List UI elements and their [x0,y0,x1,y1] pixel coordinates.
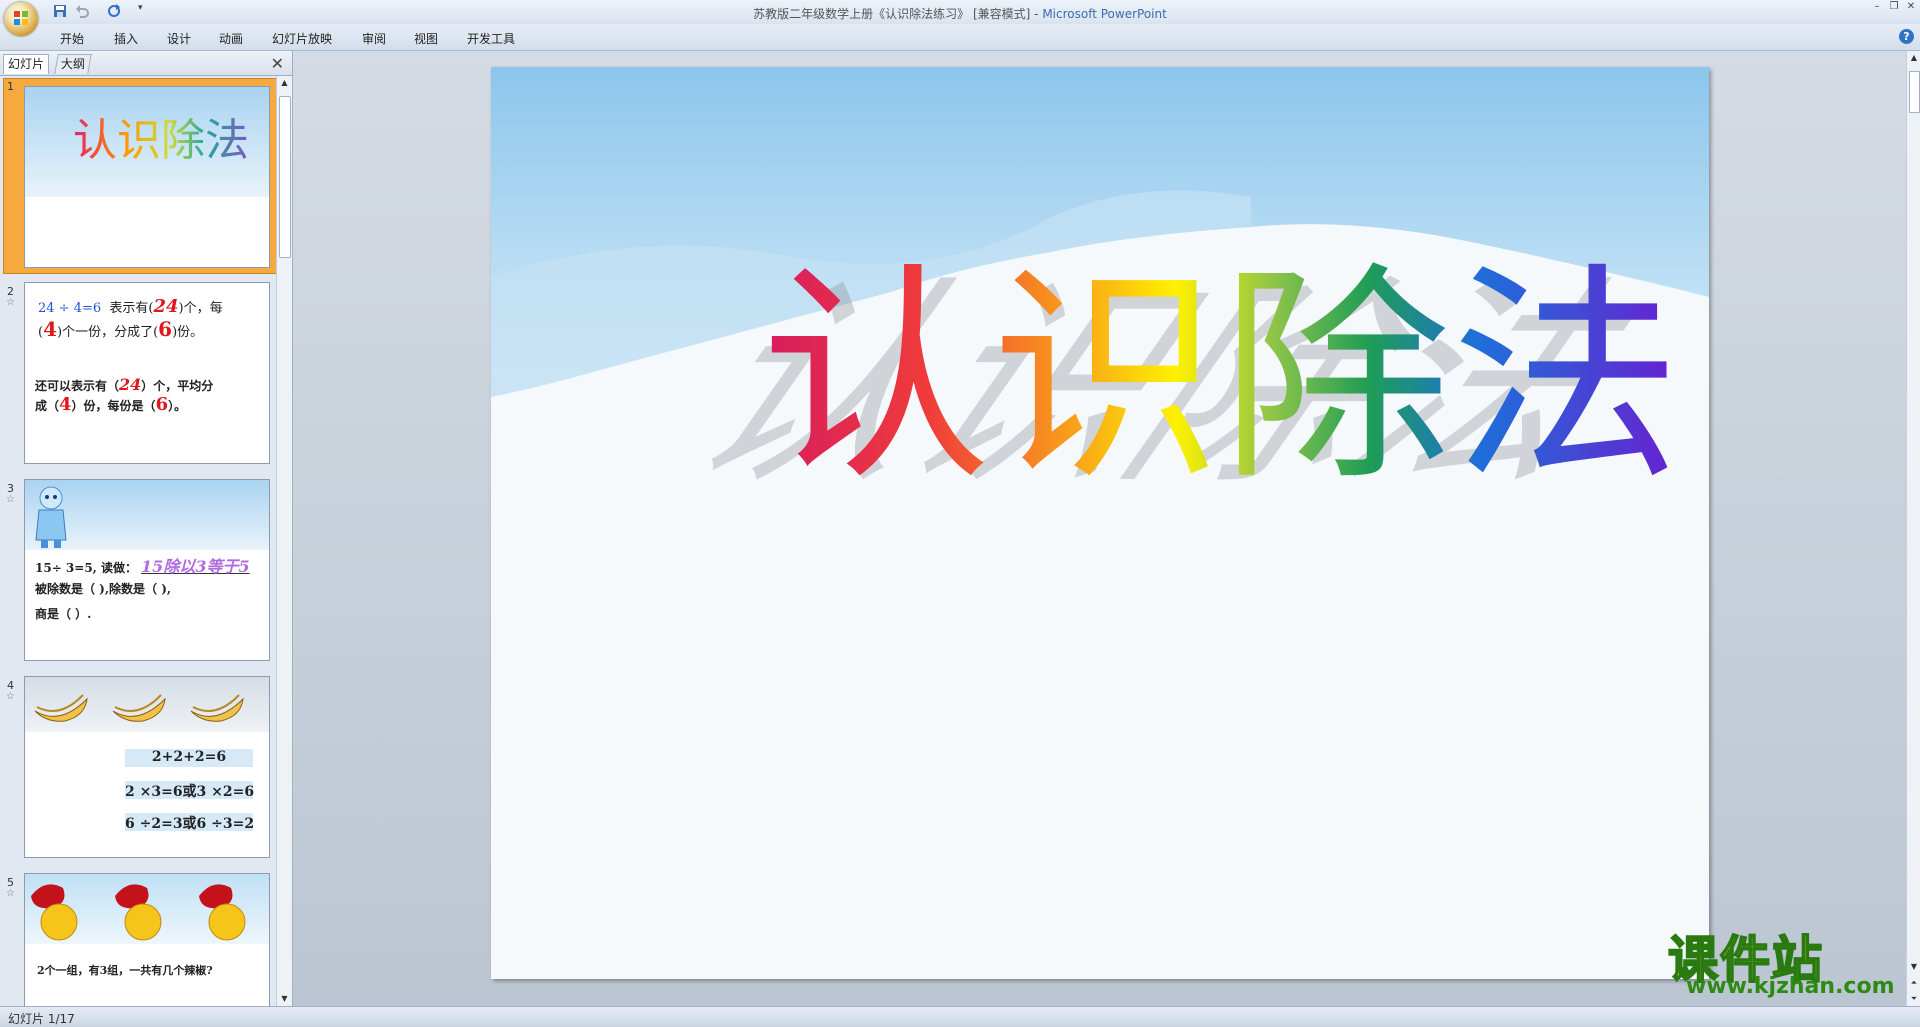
undo-icon[interactable] [74,3,90,19]
restore-icon[interactable]: ❐ [1887,2,1901,12]
thumb-3-line2: 被除数是（ ),除数是（ ), [35,582,172,596]
slide-thumbnail-2[interactable]: 24 ÷ 4=6 表示有(24)个，每 (4)个一份，分成了(6)份。 还可以表… [24,282,270,464]
window-title: 苏教版二年级数学上册《认识除法练习》 [兼容模式] - Microsoft Po… [753,7,1167,21]
watermark-url: www.kjzhan.com [1686,974,1895,999]
tab-developer[interactable]: 开发工具 [467,30,515,47]
redo-icon[interactable] [106,3,122,19]
close-icon[interactable]: ✕ [1904,2,1918,12]
thumb-5-caption: 2个一组，有3组，一共有几个辣椒? [37,964,213,977]
scrollbar-thumb[interactable] [1909,71,1920,113]
scroll-down-icon[interactable]: ▼ [1907,960,1920,974]
tab-animations[interactable]: 动画 [219,30,243,47]
tab-home[interactable]: 开始 [60,30,84,47]
scroll-up-icon[interactable]: ▲ [1907,51,1920,65]
tab-design[interactable]: 设计 [167,30,191,47]
animation-star-icon: ☆ [6,494,15,505]
tab-insert[interactable]: 插入 [114,30,138,47]
tab-slides[interactable]: 幻灯片 [3,54,50,74]
slide-thumbnail-5[interactable]: 2个一组，有3组，一共有几个辣椒? [24,873,270,1006]
tab-view[interactable]: 视图 [414,30,438,47]
bananas-image [34,694,244,722]
ribbon-tabs: 开始 插入 设计 动画 幻灯片放映 审阅 视图 开发工具 ? [0,24,1920,51]
snow-doll-image [35,486,67,548]
thumb-2-line3: 还可以表示有（24）个，平均分 [35,375,214,394]
tab-outline[interactable]: 大纲 [54,54,92,74]
peppers-image [31,884,246,941]
office-button[interactable] [4,2,38,36]
slide-scrollbar[interactable]: ▲ ▼ ⏶ ⏷ [1906,51,1920,1006]
slide-counter: 幻灯片 1/17 [8,1012,75,1026]
thumb-4-eq3: 6 ÷2=3或6 ÷3=2 [125,813,254,832]
current-slide[interactable]: 认识除法 认识除法 [491,67,1709,979]
thumb-4-eq2: 2 ×3=6或3 ×2=6 [125,781,254,800]
scroll-down-icon[interactable]: ▼ [277,992,292,1006]
thumb-1-title: 认识除法 [73,115,249,166]
animation-star-icon: ☆ [6,691,15,702]
panel-tabs: 幻灯片 大纲 ✕ [0,51,292,76]
slide-title[interactable]: 认识除法 [761,245,1681,512]
slide-thumbnail-1[interactable]: 认识除法 [24,86,270,268]
slide-canvas: 认识除法 认识除法 [491,67,1709,514]
next-slide-icon[interactable]: ⏷ [1907,992,1920,1006]
thumb-title-art: 认识除法 [73,115,249,166]
thumb-3-line3: 商是（ ）. [35,607,92,621]
animation-star-icon: ☆ [6,297,15,308]
help-icon[interactable]: ? [1899,29,1914,44]
slides-panel: 幻灯片 大纲 ✕ 1 认识除法 2 ☆ 24 ÷ 4=6 表示有(24)个，每 … [0,51,293,1006]
tab-review[interactable]: 审阅 [362,30,386,47]
slide-thumbnail-3[interactable]: 15÷ 3=5, 读做： 15除以3等于5 被除数是（ ),除数是（ ), 商是（… [24,479,270,661]
thumb-2-line1: 24 ÷ 4=6 表示有(24)个，每 [38,296,223,317]
office-logo-icon [14,11,28,25]
slide-editor: 认识除法 认识除法 [293,51,1906,1006]
thumb-4-eq1: 2+2+2=6 [125,749,253,767]
thumb-2-line2: (4)个一份，分成了(6)份。 [38,317,204,341]
previous-slide-icon[interactable]: ⏶ [1907,976,1920,990]
thumb-2-line4: 成（4）份，每份是（6）。 [35,394,187,415]
tab-slideshow[interactable]: 幻灯片放映 [272,30,332,47]
thumb-3-line1: 15÷ 3=5, 读做： 15除以3等于5 [35,557,250,576]
title-bar: 苏教版二年级数学上册《认识除法练习》 [兼容模式] - Microsoft Po… [0,0,1920,24]
scroll-up-icon[interactable]: ▲ [277,76,292,90]
thumbnail-list: 1 认识除法 2 ☆ 24 ÷ 4=6 表示有(24)个，每 (4)个一份，分成… [0,76,276,1006]
watermark-logo: 课件站 www.kjzhan.com [1667,920,1898,1002]
thumbnail-scrollbar[interactable]: ▲ ▼ [276,76,292,1006]
animation-star-icon: ☆ [6,888,15,899]
scrollbar-thumb[interactable] [279,96,291,258]
minimize-icon[interactable]: – [1870,2,1884,12]
panel-close-icon[interactable]: ✕ [271,54,284,73]
slide-thumbnail-4[interactable]: 2+2+2=6 2 ×3=6或3 ×2=6 6 ÷2=3或6 ÷3=2 [24,676,270,858]
tab-outline-label: 大纲 [60,57,85,71]
status-bar: 幻灯片 1/17 [0,1006,1920,1026]
save-icon[interactable] [52,3,68,19]
slide-number: 1 [7,80,14,93]
customize-qat-icon[interactable]: ▾ [138,3,154,19]
